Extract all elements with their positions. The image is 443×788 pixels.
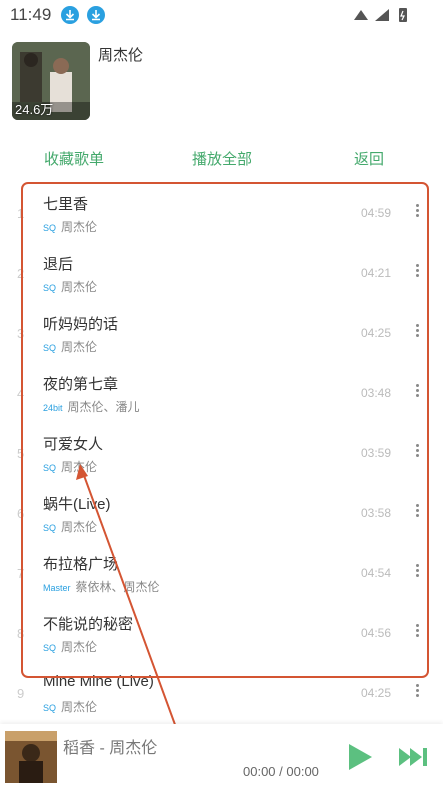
artist-header: 24.6万 周杰伦 xyxy=(12,42,432,122)
song-artists: 周杰伦 xyxy=(61,280,98,294)
song-index: 6 xyxy=(17,506,25,521)
song-title: 可爱女人 xyxy=(43,436,104,453)
song-row[interactable]: 2 退后 SQ 周杰伦 04:21 xyxy=(0,242,443,302)
quality-badge: SQ xyxy=(43,523,57,533)
song-subtitle: SQ 周杰伦 xyxy=(43,218,97,235)
mini-player[interactable]: 稻香 - 周杰伦 00:00 / 00:00 xyxy=(0,724,443,788)
wifi-icon xyxy=(354,10,368,20)
download-icon xyxy=(87,6,105,24)
signal-icon xyxy=(375,9,389,21)
song-index: 8 xyxy=(17,626,25,641)
quality-badge: SQ xyxy=(43,703,57,713)
song-title: 蜗牛(Live) xyxy=(43,496,111,513)
more-options-icon[interactable] xyxy=(412,682,422,702)
song-index: 7 xyxy=(17,566,25,581)
song-duration: 03:58 xyxy=(361,506,392,520)
song-subtitle: Master 蔡依林、周杰伦 xyxy=(43,578,160,595)
more-options-icon[interactable] xyxy=(412,262,422,282)
song-row[interactable]: 9 Mine Mine (Live) SQ 周杰伦 04:25 xyxy=(0,662,443,722)
song-row[interactable]: 8 不能说的秘密 SQ 周杰伦 04:56 xyxy=(0,602,443,662)
now-playing-title: 稻香 - 周杰伦 xyxy=(63,740,158,757)
song-title: 七里香 xyxy=(43,196,89,213)
song-duration: 03:48 xyxy=(361,386,392,400)
quality-badge: SQ xyxy=(43,283,57,293)
song-artists: 周杰伦 xyxy=(61,640,98,654)
song-duration: 04:25 xyxy=(361,326,392,340)
status-bar: 11:49 xyxy=(0,0,443,30)
song-index: 4 xyxy=(17,386,25,401)
download-icon xyxy=(61,6,79,24)
song-artists: 周杰伦 xyxy=(61,700,98,714)
song-subtitle: SQ 周杰伦 xyxy=(43,518,97,535)
playlist-cover[interactable]: 24.6万 xyxy=(12,42,90,120)
battery-icon xyxy=(399,8,407,22)
action-bar: 收藏歌单 播放全部 返回 xyxy=(0,140,443,174)
song-duration: 04:56 xyxy=(361,626,392,640)
now-playing-cover-image xyxy=(5,731,57,783)
quality-badge: SQ xyxy=(43,643,57,653)
collect-playlist-button[interactable]: 收藏歌单 xyxy=(44,148,104,169)
more-options-icon[interactable] xyxy=(412,202,422,222)
quality-badge: 24bit xyxy=(43,403,63,413)
playback-time: 00:00 / 00:00 xyxy=(243,764,319,779)
song-subtitle: SQ 周杰伦 xyxy=(43,278,97,295)
quality-badge: SQ xyxy=(43,463,57,473)
play-count: 24.6万 xyxy=(15,102,54,117)
more-options-icon[interactable] xyxy=(412,382,422,402)
more-options-icon[interactable] xyxy=(412,562,422,582)
song-title: Mine Mine (Live) xyxy=(43,673,154,690)
song-row[interactable]: 6 蜗牛(Live) SQ 周杰伦 03:58 xyxy=(0,482,443,542)
song-subtitle: SQ 周杰伦 xyxy=(43,698,97,715)
song-artists: 周杰伦、潘儿 xyxy=(67,400,140,414)
now-playing-cover[interactable] xyxy=(5,731,57,783)
more-options-icon[interactable] xyxy=(412,442,422,462)
quality-badge: SQ xyxy=(43,343,57,353)
song-index: 9 xyxy=(17,686,25,701)
song-index: 5 xyxy=(17,446,25,461)
song-row[interactable]: 1 七里香 SQ 周杰伦 04:59 xyxy=(0,182,443,242)
song-artists: 周杰伦 xyxy=(61,520,98,534)
song-duration: 04:54 xyxy=(361,566,392,580)
song-duration: 04:21 xyxy=(361,266,392,280)
song-artists: 周杰伦 xyxy=(61,460,98,474)
song-subtitle: 24bit 周杰伦、潘儿 xyxy=(43,398,140,415)
next-track-icon[interactable] xyxy=(398,746,428,768)
status-icons xyxy=(354,8,407,22)
song-duration: 03:59 xyxy=(361,446,392,460)
song-index: 2 xyxy=(17,266,25,281)
song-title: 夜的第七章 xyxy=(43,376,119,393)
song-artists: 周杰伦 xyxy=(61,340,98,354)
quality-badge: Master xyxy=(43,583,71,593)
song-artists: 周杰伦 xyxy=(61,220,98,234)
song-row[interactable]: 7 布拉格广场 Master 蔡依林、周杰伦 04:54 xyxy=(0,542,443,602)
play-all-button[interactable]: 播放全部 xyxy=(192,148,252,169)
back-button[interactable]: 返回 xyxy=(354,148,384,169)
song-title: 不能说的秘密 xyxy=(43,616,134,633)
song-duration: 04:25 xyxy=(361,686,392,700)
song-duration: 04:59 xyxy=(361,206,392,220)
song-row[interactable]: 3 听妈妈的话 SQ 周杰伦 04:25 xyxy=(0,302,443,362)
song-row[interactable]: 5 可爱女人 SQ 周杰伦 03:59 xyxy=(0,422,443,482)
more-options-icon[interactable] xyxy=(412,322,422,342)
song-title: 听妈妈的话 xyxy=(43,316,119,333)
artist-name: 周杰伦 xyxy=(98,47,144,64)
song-row[interactable]: 4 夜的第七章 24bit 周杰伦、潘儿 03:48 xyxy=(0,362,443,422)
quality-badge: SQ xyxy=(43,223,57,233)
song-artists: 蔡依林、周杰伦 xyxy=(75,580,160,594)
song-subtitle: SQ 周杰伦 xyxy=(43,338,97,355)
song-subtitle: SQ 周杰伦 xyxy=(43,638,97,655)
song-index: 1 xyxy=(17,206,25,221)
song-title: 布拉格广场 xyxy=(43,556,119,573)
song-index: 3 xyxy=(17,326,25,341)
status-time: 11:49 xyxy=(10,5,52,24)
more-options-icon[interactable] xyxy=(412,502,422,522)
song-subtitle: SQ 周杰伦 xyxy=(43,458,97,475)
song-title: 退后 xyxy=(43,256,74,273)
more-options-icon[interactable] xyxy=(412,622,422,642)
play-icon[interactable] xyxy=(346,742,374,772)
